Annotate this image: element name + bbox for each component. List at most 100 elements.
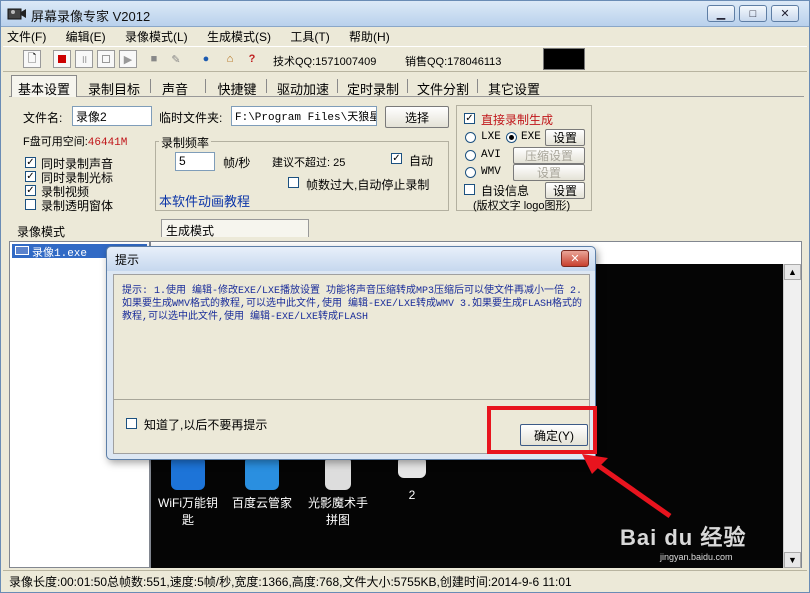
menu-help[interactable]: 帮助(H) — [343, 27, 396, 46]
tab-divider — [205, 79, 206, 93]
chevron-up-icon: ▲ — [788, 267, 797, 277]
record-transparent-label: 录制透明窗体 — [41, 199, 114, 213]
web-button[interactable]: ● — [197, 50, 215, 68]
buy-button[interactable]: ⌂ — [221, 50, 239, 68]
camera-icon: ■ — [150, 53, 158, 65]
record-cursor-checkbox[interactable]: ✓ — [25, 171, 36, 182]
tab-record-target[interactable]: 录制目标 — [81, 76, 147, 97]
tab-scheduled-record[interactable]: 定时录制 — [341, 76, 405, 97]
camera-button[interactable]: ■ — [145, 50, 163, 68]
preview-box — [543, 48, 585, 70]
tab-basic-settings[interactable]: 基本设置 — [11, 75, 77, 97]
filename-input[interactable]: 录像2 — [72, 106, 152, 126]
generate-mode-tab[interactable]: 生成模式 — [161, 219, 309, 238]
brush-button[interactable]: ✎ — [167, 50, 185, 68]
pause-button[interactable]: ॥ — [75, 50, 93, 68]
desktop-icon-label: WiFi万能钥匙 — [158, 496, 218, 527]
desktop-icon-label: 百度云管家 — [231, 496, 292, 510]
desktop-icon-photo[interactable]: 光影魔术手拼图 — [303, 456, 373, 528]
dont-show-label: 知道了,以后不要再提示 — [144, 418, 268, 432]
minimize-button[interactable]: ▁ — [707, 5, 735, 22]
tab-hotkeys[interactable]: 快捷键 — [211, 76, 263, 97]
minimize-icon: ▁ — [716, 8, 726, 20]
desktop-icon-label: 光影魔术手拼图 — [307, 496, 368, 527]
wmv-settings-button[interactable]: 设置 — [513, 164, 585, 181]
menu-generate-mode[interactable]: 生成模式(S) — [201, 27, 277, 46]
menu-tools[interactable]: 工具(T) — [284, 27, 335, 46]
help-button[interactable]: ? — [243, 50, 261, 68]
format-avi-radio[interactable] — [465, 150, 476, 161]
desktop-icon-baidu-cloud[interactable]: 百度云管家 — [227, 456, 297, 511]
new-file-icon: 🗋 — [27, 52, 37, 65]
format-exe-radio[interactable] — [506, 132, 517, 143]
help-icon: ? — [248, 53, 256, 65]
tutorial-link[interactable]: 本软件动画教程 — [159, 191, 250, 210]
stop-icon — [102, 55, 110, 63]
sales-qq: 销售QQ:178046113 — [405, 56, 502, 68]
record-sound-checkbox[interactable]: ✓ — [25, 157, 36, 168]
select-folder-button[interactable]: 选择 — [385, 106, 449, 128]
menu-file[interactable]: 文件(F) — [1, 27, 52, 46]
tab-other-settings[interactable]: 其它设置 — [481, 76, 547, 97]
video-file-icon — [15, 246, 29, 255]
new-file-button[interactable]: 🗋 — [23, 50, 41, 68]
auto-checkbox[interactable]: ✓ — [391, 153, 402, 164]
fps-input[interactable]: 5 — [175, 152, 215, 171]
dialog-divider — [114, 399, 589, 400]
auto-stop-label: 帧数过大,自动停止录制 — [306, 178, 430, 192]
tab-sound[interactable]: 声音 — [153, 76, 197, 97]
hint-message: 提示: 1.使用 编辑-修改EXE/LXE播放设置 功能将声音压缩转成MP3压缩… — [122, 286, 583, 323]
format-wmv-radio[interactable] — [465, 167, 476, 178]
fps-unit: 帧/秒 — [223, 156, 251, 170]
record-transparent-checkbox[interactable] — [25, 199, 36, 210]
brush-icon: ✎ — [171, 53, 181, 66]
tempdir-input[interactable]: F:\Program Files\天狼星 — [231, 106, 377, 126]
record-icon — [58, 55, 66, 63]
close-icon: ✕ — [780, 8, 790, 20]
format-lxe-radio[interactable] — [465, 132, 476, 143]
format-avi-label: AVI — [481, 149, 501, 161]
desktop-icon-label: 2 — [408, 488, 416, 502]
disk-space-label: F盘可用空间: — [23, 136, 88, 148]
support-qq: 技术QQ:1571007409 — [273, 56, 377, 68]
suggest-limit: 建议不超过: 25 — [272, 154, 345, 170]
menu-bar: 文件(F) 编辑(E) 录像模式(L) 生成模式(S) 工具(T) 帮助(H) — [1, 27, 809, 45]
maximize-icon: □ — [749, 7, 757, 20]
close-icon: ✕ — [570, 253, 580, 265]
record-video-checkbox[interactable]: ✓ — [25, 185, 36, 196]
maximize-button[interactable]: □ — [739, 5, 767, 22]
annotation-arrow-icon — [582, 454, 672, 519]
auto-stop-checkbox[interactable] — [288, 177, 299, 188]
dialog-title: 提示 — [115, 253, 140, 267]
copyright-note: (版权文字 logo图形) — [473, 200, 571, 212]
status-bar: 录像长度:00:01:50总帧数:551,速度:5帧/秒,宽度:1366,高度:… — [3, 570, 807, 590]
suggest-label: 建议不超过: — [272, 157, 331, 169]
dialog-title-bar[interactable]: 提示 ✕ — [107, 247, 595, 271]
dialog-close-button[interactable]: ✕ — [561, 250, 589, 267]
desktop-icon-2[interactable]: 2 — [377, 456, 447, 502]
tab-divider — [407, 79, 408, 93]
menu-edit[interactable]: 编辑(E) — [60, 27, 112, 46]
custom-info-checkbox[interactable] — [464, 184, 475, 195]
format-wmv-label: WMV — [481, 166, 501, 178]
compress-settings-button[interactable]: 压缩设置 — [513, 147, 585, 164]
close-button[interactable]: ✕ — [771, 5, 799, 22]
record-button[interactable] — [53, 50, 71, 68]
tab-file-split[interactable]: 文件分割 — [411, 76, 475, 97]
settings-tabs: 基本设置 录制目标 声音 快捷键 驱动加速 定时录制 文件分割 其它设置 — [9, 75, 804, 97]
exe-settings-button[interactable]: 设置 — [545, 129, 585, 146]
photo-icon — [325, 456, 351, 490]
window-title: 屏幕录像专家 V2012 — [31, 9, 151, 24]
stop-button[interactable] — [97, 50, 115, 68]
tab-driver-accel[interactable]: 驱动加速 — [271, 76, 335, 97]
dont-show-checkbox[interactable] — [126, 418, 137, 429]
scroll-up-button[interactable]: ▲ — [784, 264, 801, 280]
pause-icon: ॥ — [80, 53, 88, 66]
menu-record-mode[interactable]: 录像模式(L) — [119, 27, 194, 46]
record-mode-tab[interactable]: 录像模式 — [13, 221, 69, 239]
play-button[interactable]: ▶ — [119, 50, 137, 68]
direct-generate-checkbox[interactable]: ✓ — [464, 113, 475, 124]
title-bar[interactable]: 屏幕录像专家 V2012 ▁ □ ✕ — [1, 1, 809, 27]
app-camera-icon — [7, 8, 26, 20]
desktop-icon-wifi[interactable]: WiFi万能钥匙 — [153, 456, 223, 528]
